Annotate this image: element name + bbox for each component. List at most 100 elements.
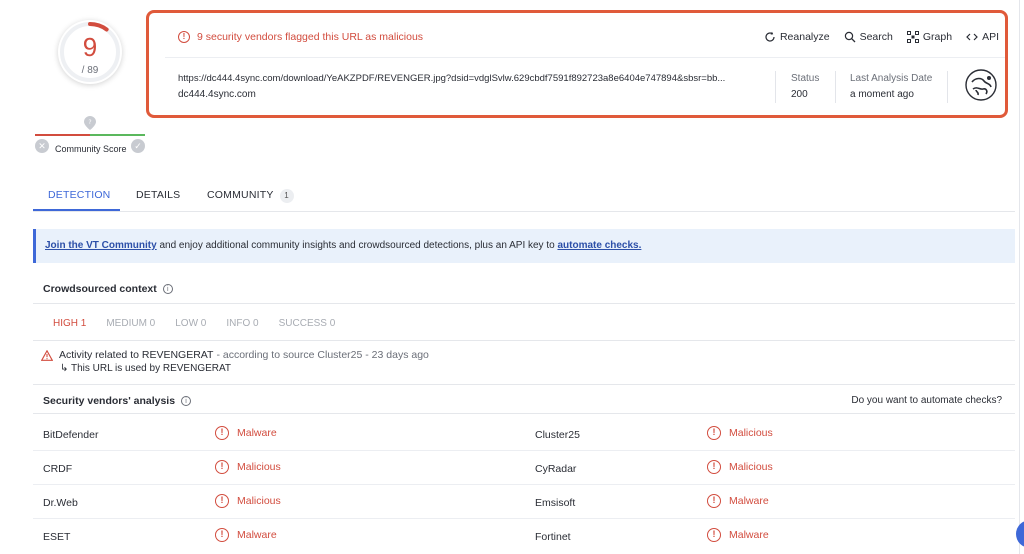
verdict-label: Malware <box>237 529 277 541</box>
info-icon[interactable]: i <box>162 284 173 294</box>
community-score-bar <box>35 134 145 136</box>
activity-detail: ↳ This URL is used by REVENGERAT <box>60 363 232 374</box>
vendor-row: ESET ! Malware Fortinet ! Malware <box>33 519 1015 553</box>
severity-tabs: HIGH 1 MEDIUM 0 LOW 0 INFO 0 SUCCESS 0 <box>53 318 355 329</box>
warning-icon <box>41 349 53 361</box>
engine-total: / 89 <box>81 65 99 76</box>
community-score: ? ✕ Community Score ✓ <box>33 114 147 158</box>
divider <box>775 71 776 103</box>
community-count-badge: 1 <box>279 189 294 203</box>
vendor-verdict: ! Malicious <box>707 460 773 474</box>
chat-button[interactable] <box>1016 520 1024 548</box>
vendor-name: ESET <box>43 531 71 543</box>
svg-text:?: ? <box>88 119 91 126</box>
check-icon[interactable]: ✓ <box>131 139 145 153</box>
vendor-row: CRDF ! Malicious CyRadar ! Malicious <box>33 451 1015 485</box>
search-label: Search <box>859 31 893 43</box>
tab-community[interactable]: COMMUNITY 1 <box>207 189 294 203</box>
tab-community-label: COMMUNITY <box>207 189 274 201</box>
reanalyze-label: Reanalyze <box>779 31 830 43</box>
analyzed-url[interactable]: https://dc444.4sync.com/download/YeAKZPD… <box>178 73 758 84</box>
header-actions: Reanalyze Search Graph API <box>764 31 999 43</box>
vendor-verdict: ! Malware <box>707 494 769 508</box>
verdict-label: Malicious <box>237 495 281 507</box>
vendor-row: BitDefender ! Malware Cluster25 ! Maliciou… <box>33 417 1015 451</box>
crowdsourced-title-text: Crowdsourced context <box>43 283 157 295</box>
status-label: Status <box>791 73 820 84</box>
code-icon <box>966 33 978 41</box>
tab-detection[interactable]: DETECTION <box>48 189 110 201</box>
divider <box>947 71 948 103</box>
header-divider <box>165 57 1005 58</box>
alert-icon: ! <box>215 460 229 474</box>
status-value: 200 <box>791 89 808 100</box>
vendor-name: Fortinet <box>535 531 571 543</box>
graph-button[interactable]: Graph <box>906 31 953 43</box>
verdict-label: Malware <box>729 495 769 507</box>
vendor-verdict: ! Malicious <box>215 460 281 474</box>
activity-item: Activity related to REVENGERAT - accordi… <box>41 349 429 361</box>
divider <box>33 413 1015 414</box>
alert-icon: ! <box>178 31 190 43</box>
crowdsourced-context-title: Crowdsourced context i <box>43 283 173 295</box>
search-icon <box>844 31 856 43</box>
url-domain[interactable]: dc444.4sync.com <box>178 89 256 100</box>
divider <box>835 71 836 103</box>
last-analysis-label: Last Analysis Date <box>850 73 933 84</box>
vendor-name: CRDF <box>43 463 73 475</box>
verdict-label: Malicious <box>729 427 773 439</box>
location-pin-icon: ? <box>84 116 96 130</box>
divider <box>33 303 1015 304</box>
community-banner: Join the VT Community and enjoy addition… <box>33 229 1015 263</box>
status-block: Status 200 <box>791 73 819 100</box>
community-score-label: Community Score <box>55 144 127 154</box>
alert-icon: ! <box>707 460 721 474</box>
vendors-analysis-title: Security vendors' analysis i <box>43 395 192 407</box>
severity-tab-info[interactable]: INFO 0 <box>226 318 258 329</box>
alert-icon: ! <box>707 426 721 440</box>
alert-icon: ! <box>707 528 721 542</box>
api-label: API <box>982 31 999 43</box>
severity-tab-medium[interactable]: MEDIUM 0 <box>106 318 155 329</box>
automate-checks-prompt[interactable]: Do you want to automate checks? <box>851 395 1002 406</box>
activity-source: - according to source Cluster25 - 23 day… <box>216 349 429 361</box>
x-icon[interactable]: ✕ <box>35 139 49 153</box>
banner-text: Join the VT Community and enjoy addition… <box>45 240 641 251</box>
severity-tab-high[interactable]: HIGH 1 <box>53 318 86 329</box>
vendor-verdict: ! Malware <box>215 528 277 542</box>
detection-count: 9 <box>82 32 98 62</box>
refresh-icon <box>765 31 775 42</box>
alert-icon: ! <box>707 494 721 508</box>
malicious-flag: ! 9 security vendors flagged this URL as… <box>178 31 423 43</box>
vendor-name: Cluster25 <box>535 429 580 441</box>
graph-label: Graph <box>922 31 953 43</box>
url-summary-header: ! 9 security vendors flagged this URL as… <box>146 10 1008 118</box>
web-globe-icon <box>965 69 997 101</box>
api-button[interactable]: API <box>966 31 999 43</box>
vendor-name: CyRadar <box>535 463 577 475</box>
vendor-verdict: ! Malware <box>707 528 769 542</box>
divider <box>33 384 1015 385</box>
activity-title: Activity related to REVENGERAT <box>59 349 214 361</box>
verdict-label: Malware <box>729 529 769 541</box>
vendor-name: Dr.Web <box>43 497 78 509</box>
automate-checks-link[interactable]: automate checks. <box>557 240 641 251</box>
report-tabs: DETECTION DETAILS COMMUNITY 1 <box>33 180 1015 212</box>
flag-text: 9 security vendors flagged this URL as m… <box>197 31 424 43</box>
active-tab-indicator <box>33 209 120 211</box>
info-icon[interactable]: i <box>181 396 192 406</box>
join-community-link[interactable]: Join the VT Community <box>45 240 157 251</box>
severity-tab-low[interactable]: LOW 0 <box>175 318 206 329</box>
verdict-label: Malicious <box>237 461 281 473</box>
alert-icon: ! <box>215 528 229 542</box>
vendor-name: Emsisoft <box>535 497 576 509</box>
reanalyze-button[interactable]: Reanalyze <box>764 31 830 43</box>
vendor-results-table: BitDefender ! Malware Cluster25 ! Maliciou… <box>33 417 1015 553</box>
tab-details[interactable]: DETAILS <box>136 189 180 201</box>
report-frame: 9 / 89 ? ✕ Community Score ✓ ! 9 securit… <box>8 0 1024 554</box>
vendor-row: Dr.Web ! Malicious Emsisoft ! Malware <box>33 485 1015 519</box>
search-button[interactable]: Search <box>844 31 893 43</box>
severity-tab-success[interactable]: SUCCESS 0 <box>279 318 336 329</box>
vendor-verdict: ! Malicious <box>707 426 773 440</box>
vendor-verdict: ! Malicious <box>215 494 281 508</box>
